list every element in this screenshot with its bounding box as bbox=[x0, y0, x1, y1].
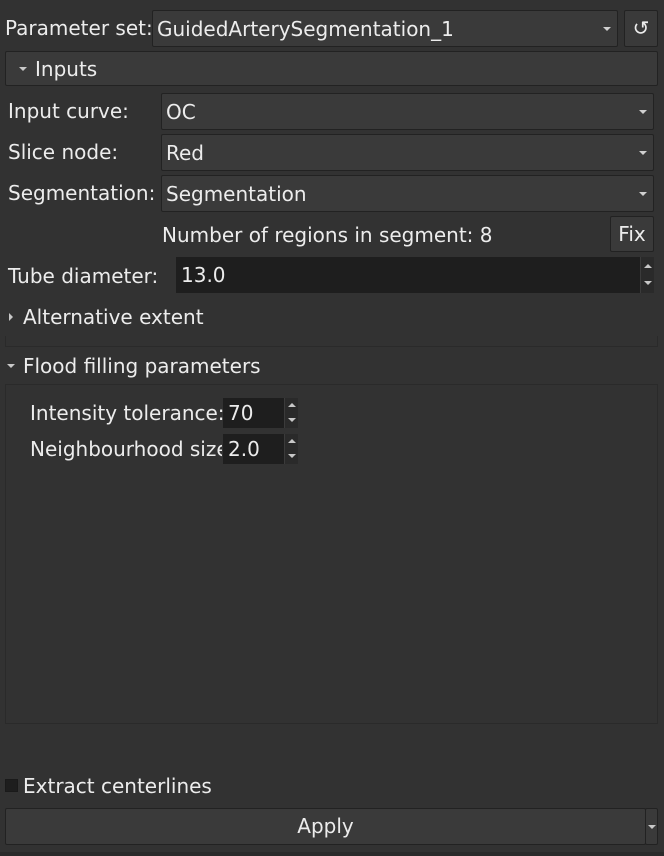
neighbourhood-size-spinbox[interactable]: 2.0 bbox=[223, 434, 298, 464]
flood-filling-header[interactable]: Flood filling parameters bbox=[23, 354, 261, 378]
flood-filling-frame bbox=[5, 384, 658, 724]
bottom-divider bbox=[0, 852, 664, 856]
tube-diameter-value: 13.0 bbox=[181, 263, 226, 287]
extract-centerlines-label[interactable]: Extract centerlines bbox=[23, 774, 212, 798]
increment-icon bbox=[288, 439, 296, 443]
slice-node-value: Red bbox=[166, 141, 204, 165]
collapse-arrow-icon bbox=[19, 67, 27, 71]
apply-button[interactable]: Apply bbox=[5, 808, 646, 845]
decrement-icon bbox=[288, 454, 296, 458]
spin-arrows[interactable] bbox=[640, 257, 654, 293]
tube-diameter-label: Tube diameter: bbox=[8, 264, 159, 288]
alternative-extent-header[interactable]: Alternative extent bbox=[23, 305, 204, 329]
apply-button-label: Apply bbox=[297, 814, 354, 838]
reset-icon: ↺ bbox=[632, 16, 650, 40]
segmentation-combobox[interactable]: Segmentation bbox=[161, 175, 654, 212]
slice-node-label: Slice node: bbox=[8, 140, 119, 164]
intensity-tolerance-value: 70 bbox=[228, 401, 254, 425]
decrement-icon bbox=[288, 418, 296, 422]
fix-button[interactable]: Fix bbox=[610, 216, 654, 252]
neighbourhood-size-label-clip: Neighbourhood size: bbox=[30, 437, 222, 463]
parameter-set-value: GuidedArterySegmentation_1 bbox=[157, 17, 454, 41]
slice-node-combobox[interactable]: Red bbox=[161, 134, 654, 171]
input-curve-value: OC bbox=[166, 100, 196, 124]
chevron-down-icon bbox=[639, 109, 647, 114]
increment-icon bbox=[288, 403, 296, 407]
input-curve-label: Input curve: bbox=[8, 99, 129, 123]
neighbourhood-size-value: 2.0 bbox=[228, 437, 260, 461]
parameter-set-combobox[interactable]: GuidedArterySegmentation_1 bbox=[152, 10, 618, 47]
segmentation-value: Segmentation bbox=[166, 182, 307, 206]
chevron-down-icon bbox=[603, 26, 611, 31]
apply-menu-button[interactable] bbox=[645, 808, 658, 845]
decrement-icon bbox=[644, 281, 652, 285]
tube-diameter-spinbox[interactable]: 13.0 bbox=[176, 257, 654, 293]
intensity-tolerance-spinbox[interactable]: 70 bbox=[223, 398, 298, 428]
spin-arrows[interactable] bbox=[284, 434, 298, 464]
inputs-section-title: Inputs bbox=[35, 57, 98, 81]
extract-centerlines-checkbox[interactable] bbox=[5, 779, 18, 792]
parameter-set-label: Parameter set: bbox=[5, 16, 153, 40]
chevron-down-icon bbox=[639, 150, 647, 155]
collapse-arrow-icon bbox=[7, 364, 15, 368]
chevron-down-icon bbox=[639, 191, 647, 196]
reset-parameter-set-button[interactable]: ↺ bbox=[624, 10, 658, 47]
spin-arrows[interactable] bbox=[284, 398, 298, 428]
input-curve-combobox[interactable]: OC bbox=[161, 93, 654, 130]
expand-arrow-icon bbox=[9, 313, 13, 321]
neighbourhood-size-label: Neighbourhood size: bbox=[30, 437, 222, 461]
intensity-tolerance-label: Intensity tolerance: bbox=[30, 401, 225, 425]
chevron-down-icon bbox=[648, 825, 656, 829]
segmentation-label: Segmentation: bbox=[8, 181, 156, 205]
alternative-extent-frame bbox=[5, 336, 658, 347]
regions-count-text: Number of regions in segment: 8 bbox=[162, 223, 493, 247]
inputs-section-header[interactable]: Inputs bbox=[5, 51, 658, 86]
increment-icon bbox=[644, 264, 652, 268]
